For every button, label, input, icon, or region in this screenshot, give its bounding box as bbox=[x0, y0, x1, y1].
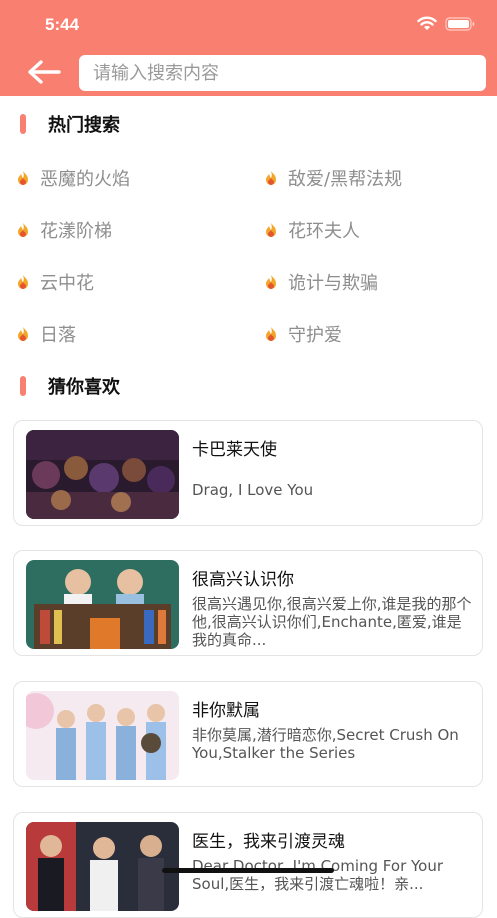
fire-icon bbox=[266, 171, 276, 185]
search-box[interactable] bbox=[79, 55, 486, 91]
hot-search-list: 恶魔的火焰 敌爱/黑帮法规 花漾阶梯 花环夫人 云中花 诡计与欺骗 日落 守护爱 bbox=[14, 152, 484, 360]
drama-poster bbox=[26, 430, 179, 519]
drama-poster bbox=[26, 691, 179, 780]
wifi-icon bbox=[417, 16, 437, 30]
fire-icon bbox=[18, 171, 28, 185]
arrow-left-icon bbox=[28, 60, 61, 84]
battery-icon bbox=[445, 16, 475, 31]
hot-search-label: 日落 bbox=[40, 325, 76, 346]
drama-desc: 非你莫属,潜行暗恋你,Secret Crush On You,Stalker t… bbox=[192, 726, 459, 762]
hot-search-label: 敌爱/黑帮法规 bbox=[288, 169, 403, 190]
hot-search-label: 花漾阶梯 bbox=[40, 221, 112, 242]
drama-poster bbox=[26, 822, 179, 911]
recommend-title: 猜你喜欢 bbox=[48, 377, 120, 398]
fire-icon bbox=[18, 275, 28, 289]
fire-icon bbox=[266, 275, 276, 289]
top-header: 5:44 bbox=[0, 0, 497, 96]
hot-search-title: 热门搜索 bbox=[48, 115, 120, 136]
hot-search-item[interactable]: 云中花 bbox=[14, 256, 262, 308]
hot-search-item[interactable]: 花漾阶梯 bbox=[14, 204, 262, 256]
drama-title: 非你默属 bbox=[192, 701, 260, 721]
fire-icon bbox=[266, 223, 276, 237]
hot-search-item[interactable]: 花环夫人 bbox=[262, 204, 484, 256]
recommend-header: 猜你喜欢 bbox=[20, 373, 120, 399]
drama-title: 很高兴认识你 bbox=[192, 570, 294, 590]
hot-search-item[interactable]: 守护爱 bbox=[262, 308, 484, 360]
drama-card[interactable]: 医生，我来引渡灵魂 Dear Doctor, I'm Coming For Yo… bbox=[13, 812, 483, 918]
hot-search-label: 云中花 bbox=[40, 273, 94, 294]
hot-search-label: 守护爱 bbox=[288, 325, 342, 346]
drama-desc: Drag, I Love You bbox=[192, 481, 314, 499]
fire-icon bbox=[266, 327, 276, 341]
drama-card[interactable]: 非你默属 非你莫属,潜行暗恋你,Secret Crush On You,Stal… bbox=[13, 681, 483, 787]
status-icons bbox=[417, 16, 475, 31]
hot-search-label: 诡计与欺骗 bbox=[288, 273, 378, 294]
drama-poster bbox=[26, 560, 179, 649]
home-indicator[interactable] bbox=[162, 868, 334, 873]
section-accent-bar bbox=[20, 114, 26, 134]
fire-icon bbox=[18, 327, 28, 341]
drama-card[interactable]: 卡巴莱天使 Drag, I Love You bbox=[13, 420, 483, 526]
back-button[interactable] bbox=[26, 57, 62, 87]
hot-search-item[interactable]: 日落 bbox=[14, 308, 262, 360]
drama-desc: 很高兴遇见你,很高兴爱上你,谁是我的那个他,很高兴认识你们,Enchante,匿… bbox=[192, 595, 472, 649]
drama-title: 医生，我来引渡灵魂 bbox=[192, 832, 345, 852]
hot-search-label: 花环夫人 bbox=[288, 221, 360, 242]
hot-search-label: 恶魔的火焰 bbox=[40, 169, 130, 190]
hot-search-item[interactable]: 诡计与欺骗 bbox=[262, 256, 484, 308]
search-input[interactable] bbox=[91, 61, 474, 85]
fire-icon bbox=[18, 223, 28, 237]
status-time: 5:44 bbox=[45, 15, 80, 34]
drama-title: 卡巴莱天使 bbox=[192, 440, 277, 460]
drama-card[interactable]: 很高兴认识你 很高兴遇见你,很高兴爱上你,谁是我的那个他,很高兴认识你们,Enc… bbox=[13, 550, 483, 656]
hot-search-item[interactable]: 敌爱/黑帮法规 bbox=[262, 152, 484, 204]
hot-search-item[interactable]: 恶魔的火焰 bbox=[14, 152, 262, 204]
section-accent-bar bbox=[20, 376, 26, 396]
hot-search-header: 热门搜索 bbox=[20, 111, 120, 137]
drama-desc: Dear Doctor, I'm Coming For Your Soul,医生… bbox=[192, 857, 444, 893]
